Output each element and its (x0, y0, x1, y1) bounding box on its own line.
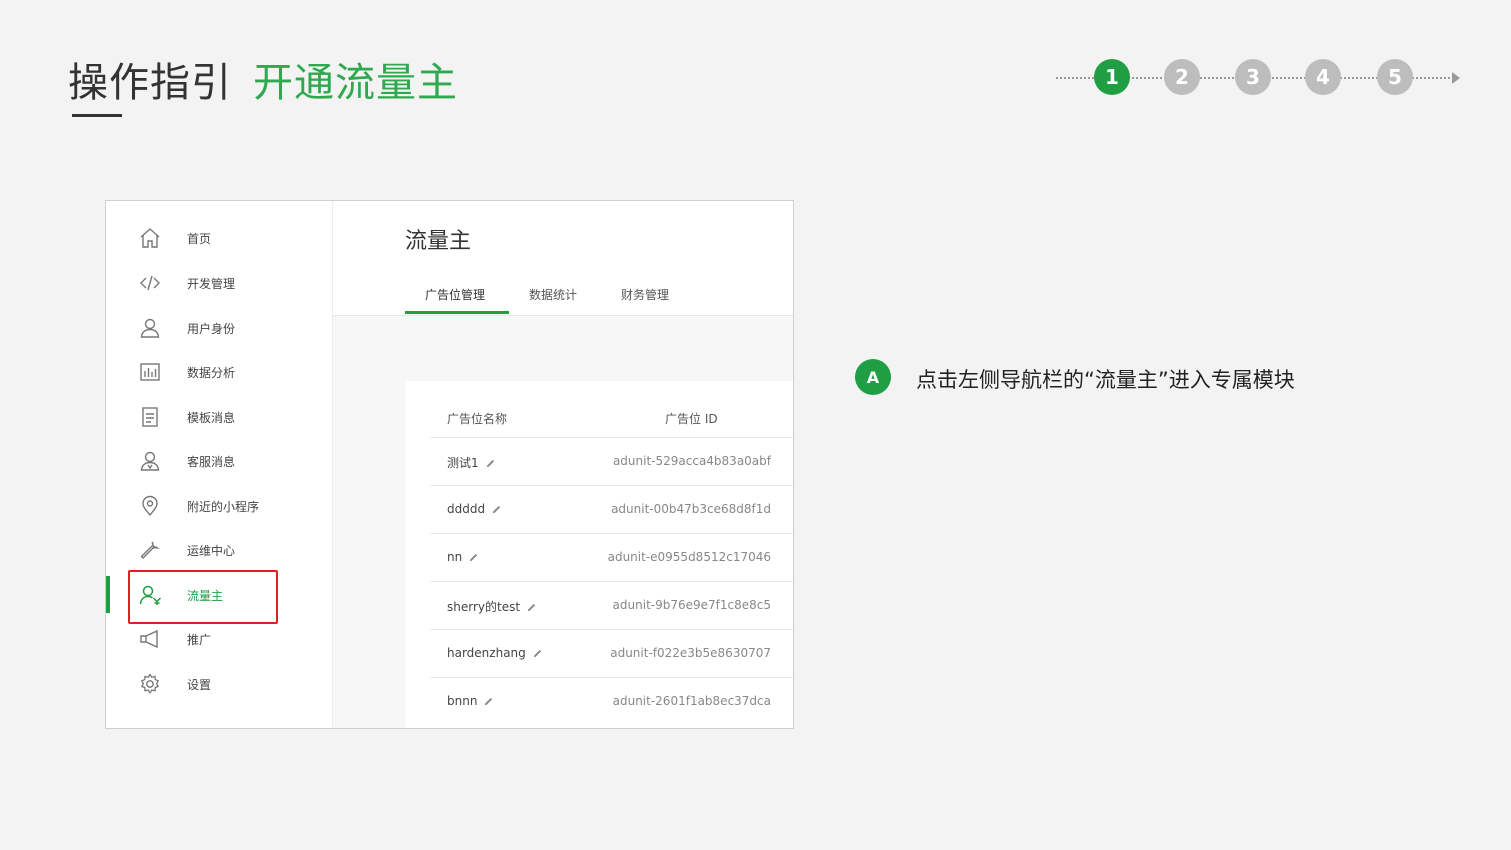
sidebar-item-label: 附近的小程序 (187, 500, 260, 514)
sidebar-item-label: 首页 (187, 232, 212, 246)
step-1: 1 (1094, 59, 1130, 95)
sidebar-item-template-message[interactable]: 模板消息 (106, 395, 332, 439)
table-row: bnnn adunit-2601f1ab8ec37dca (430, 677, 793, 726)
ad-unit-id: adunit-00b47b3ce68d8f1d (611, 502, 771, 516)
table-row: nn adunit-e0955d8512c17046 (430, 533, 793, 582)
tab-finance-management[interactable]: 财务管理 (621, 286, 669, 303)
wrench-icon (140, 541, 160, 559)
guide-subtitle: 开通流量主 (253, 60, 458, 106)
gear-icon (140, 673, 160, 695)
code-icon (140, 275, 160, 291)
ad-unit-table: 广告位名称 广告位 ID 测试1 adunit-529acca4b83a0abf… (405, 381, 793, 728)
content-header: 流量主 广告位管理 数据统计 财务管理 (333, 201, 793, 316)
customer-service-icon (140, 451, 160, 471)
active-tab-underline (405, 311, 509, 314)
table-row: ddddd adunit-00b47b3ce68d8f1d (430, 485, 793, 534)
edit-pencil-icon[interactable] (485, 458, 496, 469)
sidebar-item-data-analysis[interactable]: 数据分析 (106, 350, 332, 394)
sidebar-item-label: 模板消息 (187, 411, 236, 425)
step-indicator: 1 2 3 4 5 (1056, 59, 1461, 97)
table-row: 测试1 adunit-529acca4b83a0abf (430, 437, 793, 486)
sidebar-item-promotion[interactable]: 推广 (106, 617, 332, 661)
sidebar-item-label: 推广 (187, 633, 212, 647)
annotation-text: 点击左侧导航栏的“流量主”进入专属模块 (916, 368, 1295, 392)
tab-data-statistics[interactable]: 数据统计 (529, 286, 577, 303)
sidebar-item-ops-center[interactable]: 运维中心 (106, 528, 332, 572)
ad-unit-name: ddddd (447, 502, 502, 516)
annotation-badge: A (855, 359, 891, 395)
table-row: sherry的test adunit-9b76e9e7f1c8e8c5 (430, 581, 793, 630)
ad-unit-id: adunit-e0955d8512c17046 (607, 550, 771, 564)
ad-unit-id: adunit-2601f1ab8ec37dca (612, 694, 771, 708)
edit-pencil-icon[interactable] (468, 552, 479, 563)
location-pin-icon (142, 495, 158, 517)
document-icon (142, 407, 158, 427)
sidebar-item-customer-service[interactable]: 客服消息 (106, 439, 332, 483)
edit-pencil-icon[interactable] (526, 602, 537, 613)
step-4: 4 (1305, 59, 1341, 95)
page-title: 流量主 (405, 229, 472, 254)
ad-unit-id: adunit-9b76e9e7f1c8e8c5 (612, 598, 771, 612)
sidebar-item-label: 用户身份 (187, 322, 236, 336)
step-5: 5 (1377, 59, 1413, 95)
tab-ad-unit-management[interactable]: 广告位管理 (425, 286, 485, 303)
home-icon (140, 228, 160, 248)
user-icon (140, 318, 160, 338)
sidebar-item-label: 开发管理 (187, 277, 236, 291)
ad-unit-name: 测试1 (447, 454, 496, 471)
edit-pencil-icon[interactable] (483, 696, 494, 707)
edit-pencil-icon[interactable] (532, 648, 543, 659)
sidebar-item-label: 设置 (187, 678, 212, 692)
sidebar-item-settings[interactable]: 设置 (106, 662, 332, 706)
edit-pencil-icon[interactable] (491, 504, 502, 515)
admin-screenshot: 首页 开发管理 用户身份 数据分析 模板消息 客服消息 附近的小程序 运维中心 … (105, 200, 794, 729)
ad-unit-name: nn (447, 550, 479, 564)
sidebar-item-label: 数据分析 (187, 366, 236, 380)
sidebar-item-user-identity[interactable]: 用户身份 (106, 306, 332, 350)
ad-unit-id: adunit-f022e3b5e8630707 (610, 646, 771, 660)
step-arrow-icon (1452, 72, 1460, 84)
bar-chart-icon (140, 363, 160, 381)
ad-unit-name: sherry的test (447, 598, 537, 615)
title-underline (72, 114, 122, 117)
sidebar-item-nearby-miniprogram[interactable]: 附近的小程序 (106, 484, 332, 528)
column-header-id: 广告位 ID (665, 412, 718, 426)
sidebar-item-dev[interactable]: 开发管理 (106, 261, 332, 305)
main-content: 流量主 广告位管理 数据统计 财务管理 广告位名称 广告位 ID 测试1 adu… (333, 201, 793, 728)
megaphone-icon (140, 629, 158, 649)
column-header-name: 广告位名称 (447, 412, 508, 426)
ad-unit-name: bnnn (447, 694, 494, 708)
sidebar: 首页 开发管理 用户身份 数据分析 模板消息 客服消息 附近的小程序 运维中心 … (106, 201, 333, 728)
ad-unit-id: adunit-529acca4b83a0abf (612, 454, 771, 468)
step-3: 3 (1235, 59, 1271, 95)
table-row: hardenzhang adunit-f022e3b5e8630707 (430, 629, 793, 678)
sidebar-item-label: 客服消息 (187, 455, 236, 469)
ad-unit-name: hardenzhang (447, 646, 543, 660)
highlight-box (128, 570, 278, 624)
sidebar-item-home[interactable]: 首页 (106, 216, 332, 260)
guide-title: 操作指引 (68, 60, 232, 106)
step-2: 2 (1164, 59, 1200, 95)
sidebar-item-label: 运维中心 (187, 544, 236, 558)
